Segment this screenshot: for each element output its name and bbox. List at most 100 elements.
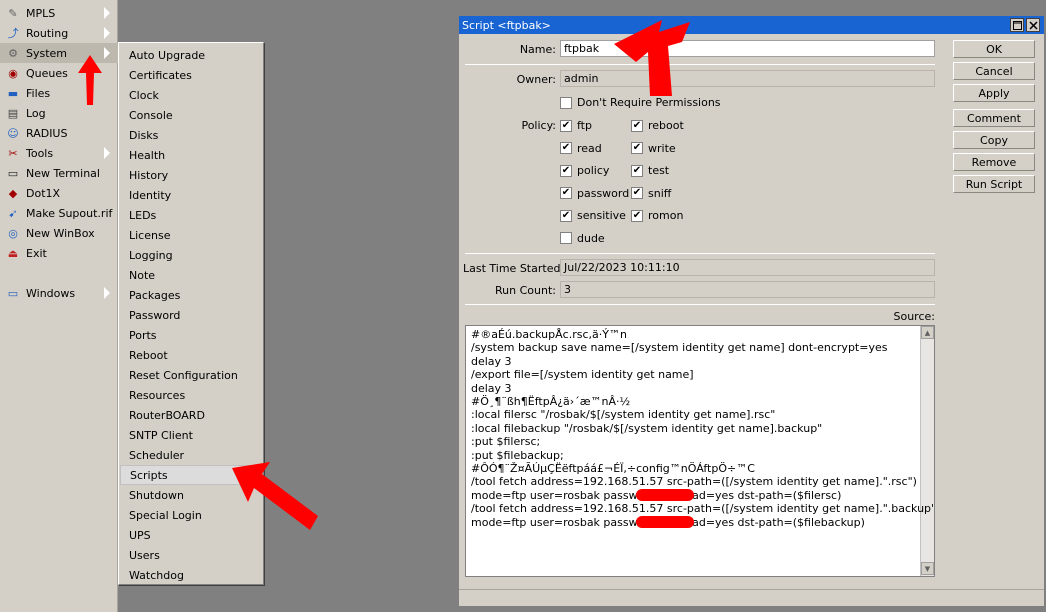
submenu-item-logging[interactable]: Logging <box>120 245 263 265</box>
menu-item-windows[interactable]: ▭ Windows <box>0 283 118 303</box>
check-icon[interactable]: ✔ <box>560 142 572 154</box>
close-icon[interactable] <box>1026 18 1040 32</box>
submenu-item-password[interactable]: Password <box>120 305 263 325</box>
dialog-titlebar[interactable]: Script <ftpbak> <box>459 16 1044 34</box>
menu-item-routing[interactable]: ⤴ Routing <box>0 23 118 43</box>
policy-sniff-checkbox[interactable]: ✔ sniff <box>631 187 671 200</box>
menu-item-radius[interactable]: ☺ RADIUS <box>0 123 118 143</box>
script-dialog: Script <ftpbak> Name: ftpbak Owner: admi… <box>458 15 1045 607</box>
menu-item-dot1x[interactable]: ◆ Dot1X <box>0 183 118 203</box>
check-icon[interactable]: ✔ <box>631 187 643 199</box>
submenu-item-packages[interactable]: Packages <box>120 285 263 305</box>
policy-read-checkbox[interactable]: ✔ read <box>560 142 602 155</box>
check-icon[interactable]: ✔ <box>560 187 572 199</box>
menu-item-queues[interactable]: ◉ Queues <box>0 63 118 83</box>
submenu-item-identity[interactable]: Identity <box>120 185 263 205</box>
menu-item-system[interactable]: ⚙ System <box>0 43 118 63</box>
submenu-item-reset-configuration[interactable]: Reset Configuration <box>120 365 263 385</box>
submenu-item-ports[interactable]: Ports <box>120 325 263 345</box>
copy-button[interactable]: Copy <box>953 131 1035 149</box>
checkbox-box[interactable] <box>560 232 572 244</box>
submenu-arrow-icon <box>104 27 110 39</box>
source-scrollbar[interactable]: ▲ ▼ <box>920 326 934 576</box>
apply-button[interactable]: Apply <box>953 84 1035 102</box>
policy-dude-checkbox[interactable]: dude <box>560 232 605 245</box>
check-icon[interactable]: ✔ <box>631 164 643 177</box>
dont-require-permissions-checkbox[interactable]: Don't Require Permissions <box>560 96 721 109</box>
policy-label: test <box>648 164 670 177</box>
menu-item-new-winbox[interactable]: ◎ New WinBox <box>0 223 118 243</box>
submenu-item-clock[interactable]: Clock <box>120 85 263 105</box>
scroll-up-icon[interactable]: ▲ <box>921 326 934 339</box>
submenu-item-watchdog[interactable]: Watchdog <box>120 565 263 585</box>
submenu-item-history[interactable]: History <box>120 165 263 185</box>
source-line: /tool fetch address=192.168.51.57 src-pa… <box>471 502 935 516</box>
submenu-item-ups[interactable]: UPS <box>120 525 263 545</box>
redaction-mark <box>636 516 694 528</box>
name-field[interactable]: ftpbak <box>560 40 935 57</box>
policy-label: write <box>648 141 676 155</box>
checkbox-box[interactable] <box>560 96 572 109</box>
policy-sensitive-checkbox[interactable]: ✔ sensitive <box>560 209 626 222</box>
check-icon[interactable]: ✔ <box>631 142 643 154</box>
check-icon[interactable]: ✔ <box>560 119 572 132</box>
submenu-item-reboot[interactable]: Reboot <box>120 345 263 365</box>
windows-icon: ▭ <box>7 286 19 300</box>
system-submenu: Auto Upgrade Certificates Clock Console Disk… <box>118 42 264 585</box>
submenu-item-leds[interactable]: LEDs <box>120 205 263 225</box>
policy-policy-checkbox[interactable]: ✔ policy <box>560 164 609 177</box>
policy-test-checkbox[interactable]: ✔ test <box>631 164 669 177</box>
last-time-started-field: Jul/22/2023 10:11:10 <box>560 259 935 276</box>
menu-item-label: RADIUS <box>26 126 68 140</box>
submenu-item-auto-upgrade[interactable]: Auto Upgrade <box>120 45 263 65</box>
submenu-item-scripts[interactable]: Scripts <box>120 465 263 485</box>
submenu-item-special-login[interactable]: Special Login <box>120 505 263 525</box>
log-icon: ▤ <box>7 106 19 120</box>
comment-button[interactable]: Comment <box>953 109 1035 127</box>
submenu-item-users[interactable]: Users <box>120 545 263 565</box>
menu-item-exit[interactable]: ⏏ Exit <box>0 243 118 263</box>
policy-romon-checkbox[interactable]: ✔ romon <box>631 209 683 222</box>
submenu-item-sntp-client[interactable]: SNTP Client <box>120 425 263 445</box>
redaction-mark <box>636 489 694 501</box>
submenu-item-scheduler[interactable]: Scheduler <box>120 445 263 465</box>
policy-ftp-checkbox[interactable]: ✔ ftp <box>560 119 592 132</box>
submenu-item-resources[interactable]: Resources <box>120 385 263 405</box>
menu-item-make-supout-rif[interactable]: ➹ Make Supout.rif <box>0 203 118 223</box>
source-line: #ÔÓ¶¨Ž¤ÃÚµÇËëftpáá£¬ÉÏ,÷config™nÖÁftpÖ÷™… <box>471 462 755 475</box>
winbox-icon: ◎ <box>8 226 18 240</box>
check-icon[interactable]: ✔ <box>631 209 643 222</box>
scroll-down-icon[interactable]: ▼ <box>921 562 934 575</box>
remove-button[interactable]: Remove <box>953 153 1035 171</box>
run-count-field: 3 <box>560 281 935 298</box>
policy-reboot-checkbox[interactable]: ✔ reboot <box>631 119 684 132</box>
menu-item-files[interactable]: ▬ Files <box>0 83 118 103</box>
check-icon[interactable]: ✔ <box>560 164 572 177</box>
submenu-item-note[interactable]: Note <box>120 265 263 285</box>
menu-item-tools[interactable]: ✂ Tools <box>0 143 118 163</box>
check-icon[interactable]: ✔ <box>631 119 643 132</box>
terminal-icon: ▭ <box>7 166 19 180</box>
submenu-item-health[interactable]: Health <box>120 145 263 165</box>
cancel-button[interactable]: Cancel <box>953 62 1035 80</box>
menu-item-log[interactable]: ▤ Log <box>0 103 118 123</box>
routing-icon: ⤴ <box>7 27 19 40</box>
source-editor[interactable]: ▲ ▼ #®aÉú.backupÅc.rsc,ä·Ý™n/system back… <box>465 325 935 577</box>
source-label: Source: <box>893 310 936 323</box>
policy-password-checkbox[interactable]: ✔ password <box>560 187 629 200</box>
mpls-icon: ✎ <box>8 6 18 20</box>
submenu-item-disks[interactable]: Disks <box>120 125 263 145</box>
policy-write-checkbox[interactable]: ✔ write <box>631 142 676 155</box>
submenu-item-console[interactable]: Console <box>120 105 263 125</box>
submenu-item-certificates[interactable]: Certificates <box>120 65 263 85</box>
ok-button[interactable]: OK <box>953 40 1035 58</box>
submenu-item-routerboard[interactable]: RouterBOARD <box>120 405 263 425</box>
maximize-icon[interactable] <box>1010 18 1024 32</box>
run-script-button[interactable]: Run Script <box>953 175 1035 193</box>
menu-item-mpls[interactable]: ✎ MPLS <box>0 3 118 23</box>
submenu-item-license[interactable]: License <box>120 225 263 245</box>
separator <box>465 64 935 65</box>
check-icon[interactable]: ✔ <box>560 209 572 222</box>
submenu-item-shutdown[interactable]: Shutdown <box>120 485 263 505</box>
menu-item-new-terminal[interactable]: ▭ New Terminal <box>0 163 118 183</box>
